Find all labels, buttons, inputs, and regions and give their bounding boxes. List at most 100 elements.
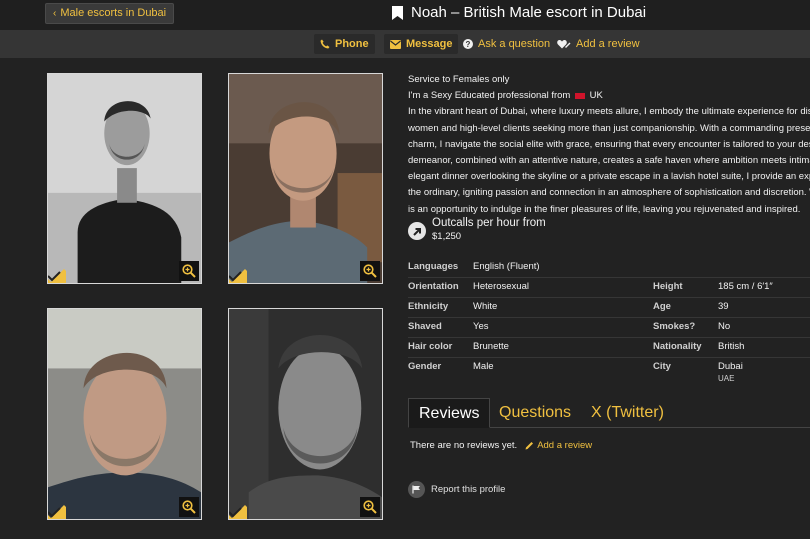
attr-label: Height [653,281,683,292]
chevron-left-icon: ‹ [53,8,57,19]
svg-text:?: ? [466,40,471,49]
row-divider [408,317,810,318]
bio-line: In the vibrant heart of Dubai, where lux… [408,106,810,118]
attr-label: Languages [408,261,459,272]
add-review-label: Add a review [576,38,640,50]
zoom-button-1[interactable] [179,261,199,281]
zoom-button-3[interactable] [179,497,199,517]
attr-label: Gender [408,361,442,372]
flag-icon [408,481,425,498]
uk-flag-icon [574,92,585,99]
intro-line: I'm a Sexy Educated professional from UK [408,88,810,104]
intro-country: UK [589,90,603,102]
intro-text: I'm a Sexy Educated professional from [408,90,571,102]
phone-icon [320,39,330,49]
photo-4-image [229,309,382,519]
ask-question-button[interactable]: ? Ask a question [463,34,550,54]
question-circle-icon: ? [463,39,473,49]
attr-row-ethnicity: Ethnicity White Age 39 [400,297,810,317]
zoom-in-icon [182,264,196,278]
attr-value: 39 [718,301,729,312]
attr-row-shaved: Shaved Yes Smokes? No [400,317,810,337]
attr-label: Smokes? [653,321,696,332]
add-review-link[interactable]: Add a review [525,440,592,451]
zoom-in-icon [363,264,377,278]
back-button[interactable]: ‹ Male escorts in Dubai [45,3,175,24]
attr-label: Age [653,301,671,312]
bio-line: the ordinary, igniting passion and conne… [408,187,810,199]
verified-check-icon [48,505,66,519]
page-title: Noah – British Male escort in Dubai [411,4,647,21]
bio-line: charm, I navigate the social elite with … [408,138,810,150]
row-divider [408,277,810,278]
attr-row-languages: Languages English (Fluent) [400,257,810,277]
message-label: Message [406,38,453,50]
page-title-group: Noah – British Male escort in Dubai [392,4,646,21]
attr-label: Orientation [408,281,459,292]
no-reviews-text: There are no reviews yet. [410,440,518,451]
profile-photo-2[interactable] [228,73,383,284]
attr-value: Yes [473,321,489,332]
service-line: Service to Females only [408,74,510,85]
attr-value: English (Fluent) [473,261,540,272]
row-divider [408,297,810,298]
photo-1-image [48,74,201,283]
back-button-label: Male escorts in Dubai [60,7,167,19]
outcalls-label: Outcalls per hour from [432,217,546,229]
zoom-button-4[interactable] [360,497,380,517]
zoom-button-2[interactable] [360,261,380,281]
city-name: Dubai [718,361,743,372]
profile-description: Service to Females only I'm a Sexy Educa… [408,72,810,218]
photo-2-image [229,74,382,283]
add-review-button[interactable]: Add a review [557,34,640,54]
attr-value: Male [473,361,494,372]
bio-line: women and high-level clients seeking mor… [408,122,810,134]
outcalls-price: $1,250 [432,231,462,242]
city-country: UAE [718,374,735,383]
attr-row-hair-color: Hair color Brunette Nationality British [400,337,810,357]
add-review-link-label: Add a review [537,440,593,451]
phone-button[interactable]: Phone [314,34,375,54]
attr-value: No [718,321,731,332]
tab-twitter[interactable]: X (Twitter) [581,398,674,428]
pencil-icon [525,442,534,450]
top-header: ‹ Male escorts in Dubai Noah – British M… [0,0,810,30]
tab-reviews[interactable]: Reviews [408,398,491,428]
reviews-panel: There are no reviews yet. Add a review [410,440,592,451]
zoom-in-icon [182,500,196,514]
profile-tabs: Reviews Questions X (Twitter) [408,398,810,428]
attr-value: British [718,341,745,352]
attr-value: 185 cm / 6′1″ [718,281,773,292]
bio-line: is an opportunity to indulge in the fine… [408,203,801,215]
attr-value: Heterosexual [473,281,529,292]
attr-label: Shaved [408,321,442,332]
profile-photo-4[interactable] [228,308,383,520]
photo-3-image [48,309,201,519]
profile-photo-1[interactable] [47,73,202,284]
message-button[interactable]: Message [384,34,459,54]
attr-value: Brunette [473,341,509,352]
attr-label: Hair color [408,341,453,352]
verified-check-icon [229,269,247,283]
bookmark-icon[interactable] [392,5,403,20]
bio-line: elegant dinner overlooking the skyline o… [408,171,810,183]
row-divider [408,357,810,358]
attr-value: White [473,301,498,312]
report-profile-link[interactable]: Report this profile [408,481,505,498]
report-label: Report this profile [431,484,506,495]
profile-photo-3[interactable] [47,308,202,520]
ask-question-label: Ask a question [478,38,551,50]
heart-pen-icon [557,40,571,49]
phone-label: Phone [335,38,369,50]
attr-row-gender: Gender Male City Dubai UAE [400,357,810,387]
attr-label: Ethnicity [408,301,449,312]
attr-row-orientation: Orientation Heterosexual Height 185 cm /… [400,277,810,297]
action-bar: Phone Message ? Ask a question Add a rev… [0,30,810,58]
verified-check-icon [48,269,66,283]
tab-questions[interactable]: Questions [489,398,581,428]
envelope-icon [390,39,401,49]
verified-check-icon [229,505,247,519]
outcalls-rate: Outcalls per hour from $1,250 [408,217,546,242]
outcall-arrow-icon [408,222,426,240]
attr-label: Nationality [653,341,702,352]
